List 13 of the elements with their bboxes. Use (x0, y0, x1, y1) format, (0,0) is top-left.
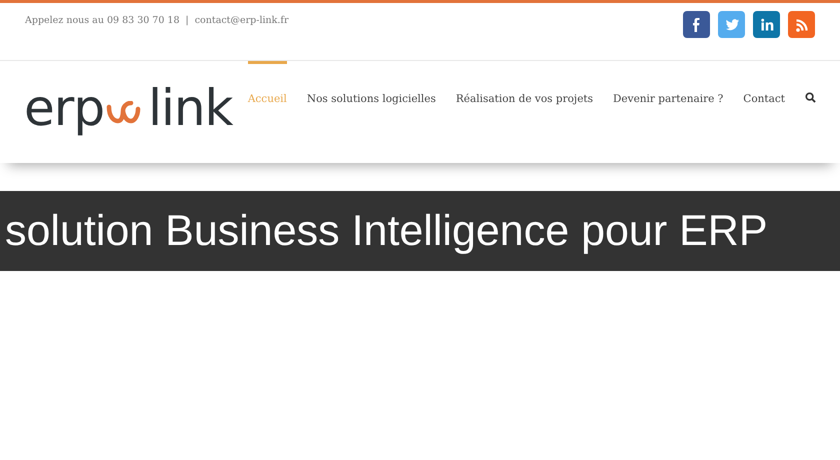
linkedin-icon[interactable] (753, 11, 780, 38)
nav-link[interactable]: Contact (743, 61, 785, 105)
nav-link[interactable]: Nos solutions logicielles (306, 61, 436, 105)
page-title: solution Business Intelligence pour ERP (0, 191, 840, 271)
email-link[interactable]: contact@erp-link.fr (194, 15, 288, 60)
search-icon[interactable] (805, 92, 816, 103)
separator: | (186, 15, 189, 28)
nav-link[interactable]: Devenir partenaire ? (613, 61, 724, 105)
logo[interactable]: erp link (24, 83, 232, 133)
phone-text: Appelez nous au 09 83 30 70 18 (25, 15, 180, 28)
nav-link[interactable]: Réalisation de vos projets (456, 61, 594, 105)
facebook-icon[interactable] (683, 11, 710, 38)
rss-icon[interactable] (788, 11, 815, 38)
